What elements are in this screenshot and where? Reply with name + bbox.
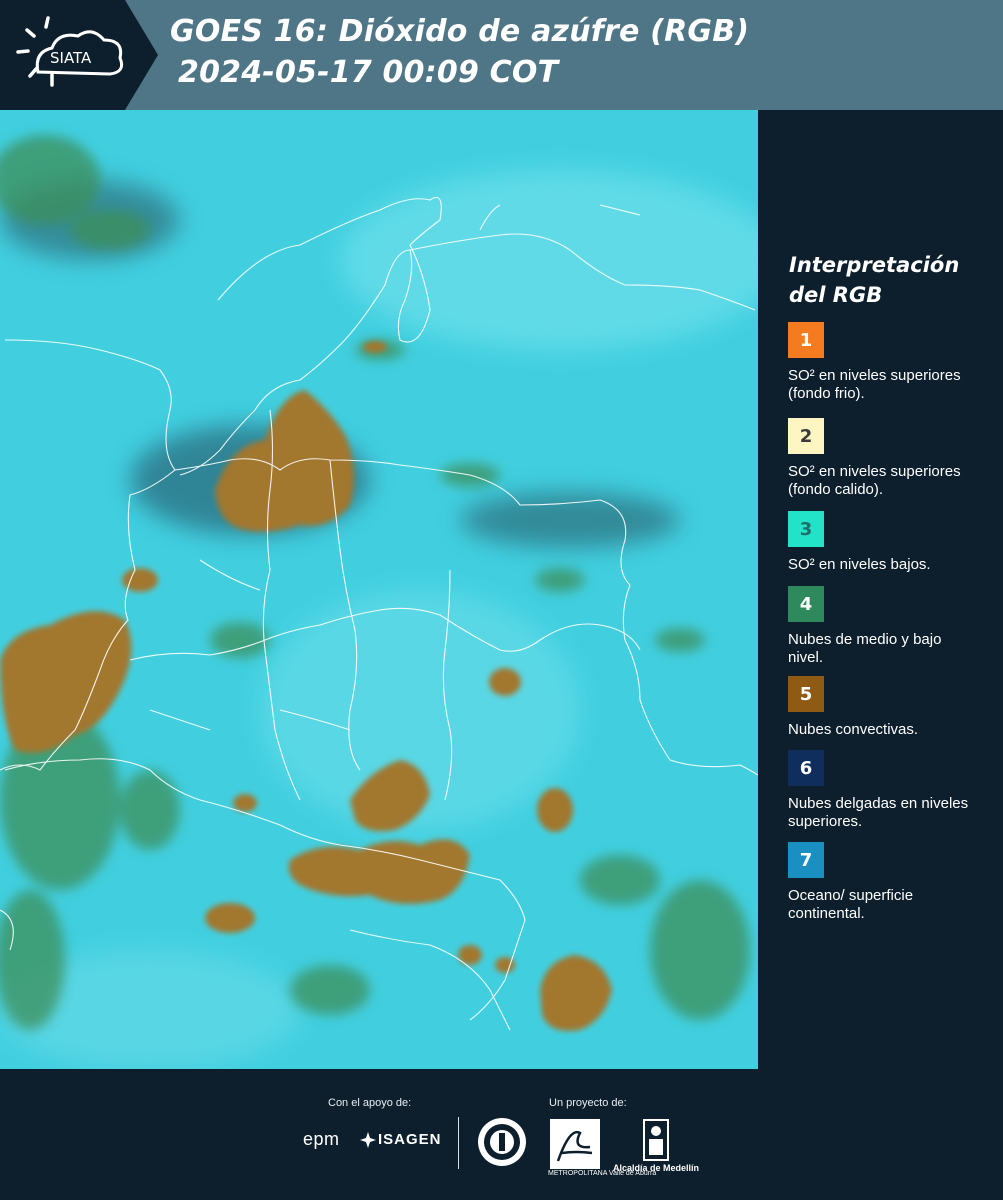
- legend-label: Nubes convectivas.: [788, 721, 919, 738]
- legend-swatch: 5: [788, 676, 824, 712]
- satellite-image: [0, 110, 758, 1069]
- legend-item: 2 SO² en niveles superiores (fondo calid…: [788, 418, 988, 499]
- footer-divider: [458, 1117, 459, 1169]
- legend-swatch: 7: [788, 842, 824, 878]
- legend-label: SO² en niveles bajos.: [788, 556, 931, 573]
- legend-item: 5 Nubes convectivas.: [788, 676, 988, 739]
- epm-logo: epm: [303, 1129, 340, 1149]
- legend-swatch: 2: [788, 418, 824, 454]
- legend-item: 7 Oceano/ superficie continental.: [788, 842, 988, 923]
- page-title: GOES 16: Dióxido de azúfre (RGB): [170, 14, 750, 49]
- legend-label: Oceano/ superficie continental.: [788, 887, 914, 922]
- footer: Con el apoyo de: Un proyecto de: epm ISA…: [0, 1069, 1003, 1200]
- isagen-icon: [360, 1132, 376, 1148]
- legend-label: SO² en niveles superiores (fondo calido)…: [788, 463, 961, 498]
- legend-swatch: 1: [788, 322, 824, 358]
- siata-logo: SIATA: [0, 0, 158, 110]
- legend-label: Nubes delgadas en niveles superiores.: [788, 795, 969, 830]
- project-label: Un proyecto de:: [549, 1097, 627, 1109]
- medellin-university-seal-icon: [478, 1118, 526, 1166]
- legend-swatch: 4: [788, 586, 824, 622]
- legend-swatch: 3: [788, 511, 824, 547]
- satellite-map: [0, 110, 758, 1069]
- area-metropolitana-logo-icon: [550, 1119, 600, 1169]
- legend-item: 3 SO² en niveles bajos.: [788, 511, 988, 574]
- legend-swatch: 6: [788, 750, 824, 786]
- page-timestamp: 2024-05-17 00:09 COT: [178, 55, 559, 90]
- legend-item: 1 SO² en niveles superiores (fondo frio)…: [788, 322, 988, 403]
- header-bar: SIATA GOES 16: Dióxido de azúfre (RGB) 2…: [0, 0, 1003, 110]
- legend-item: 6 Nubes delgadas en niveles superiores.: [788, 750, 988, 831]
- alcaldia-text: Alcaldía de Medellín: [613, 1163, 700, 1173]
- isagen-logo: ISAGEN: [378, 1131, 442, 1148]
- siata-logo-text: SIATA: [50, 49, 92, 67]
- support-label: Con el apoyo de:: [328, 1097, 412, 1109]
- legend-label: SO² en niveles superiores (fondo frio).: [788, 367, 961, 402]
- legend-label: Nubes de medio y bajo nivel.: [788, 631, 942, 666]
- legend-item: 4 Nubes de medio y bajo nivel.: [788, 586, 988, 667]
- legend-title: Interpretación del RGB: [789, 253, 960, 307]
- alcaldia-shield-icon: [643, 1119, 669, 1161]
- legend-panel: Interpretación del RGB 1 SO² en niveles …: [758, 110, 1003, 1069]
